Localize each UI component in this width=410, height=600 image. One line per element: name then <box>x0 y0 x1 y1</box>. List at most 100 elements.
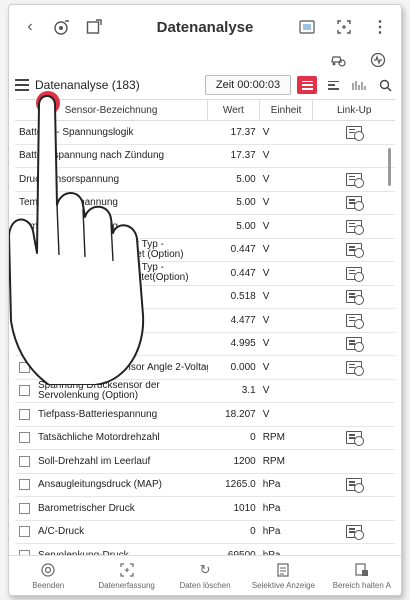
help-icon[interactable] <box>49 14 75 40</box>
link-up-icon[interactable] <box>346 125 365 141</box>
table-row[interactable]: Temperatur Spannung 5.00 V <box>15 215 395 239</box>
row-checkbox[interactable] <box>19 455 30 467</box>
link-up-icon[interactable] <box>346 337 365 353</box>
table-row[interactable]: Drosselklappenwinkel für 4.477 V <box>15 309 395 333</box>
sensor-unit: V <box>262 314 270 326</box>
sensor-name: Temperatur Spannung <box>19 197 118 209</box>
compact-view-button[interactable] <box>323 76 343 94</box>
table-row[interactable]: Sensor Spannung primärer Typ - Drosselkl… <box>15 239 395 262</box>
table-row[interactable]: Drosselklappenwinkel für 0.518 V <box>15 286 395 309</box>
time-display: Zeit 00:00:03 <box>205 75 291 95</box>
link-up-icon[interactable] <box>346 360 365 376</box>
sensor-name-cell: Batterie - Spannungslogik <box>15 127 208 138</box>
sensor-unit: V <box>262 244 270 256</box>
link-up-icon[interactable] <box>346 172 365 188</box>
list-toolbar: Datenanalyse (183) Zeit 00:00:03 <box>9 71 401 99</box>
sensor-unit: V <box>262 220 270 232</box>
sensor-value: 1010 <box>233 502 256 514</box>
car-settings-icon[interactable] <box>325 47 351 73</box>
more-icon[interactable]: ⋮ <box>367 14 393 40</box>
clear-data-label: Daten löschen <box>179 580 231 590</box>
sensor-value: 17.37 <box>230 126 256 138</box>
table-row[interactable]: Temperatur Spannung 5.00 V <box>15 192 395 215</box>
sensor-name: Tiefpass-Batteriespannung <box>38 408 158 420</box>
table-row[interactable]: Tatsächliche Motordrehzahl 0 RPM <box>15 427 395 450</box>
sensor-name: Drosselklappenwinkel für <box>19 291 131 303</box>
table-row[interactable]: Soll-Drehzahl im Leerlauf 1200 RPM <box>15 450 395 474</box>
sensor-name: Soll-Drehzahl im Leerlauf <box>38 455 151 467</box>
sensor-unit: V <box>262 338 270 350</box>
capture-icon <box>119 562 135 578</box>
sensor-name-cell: Positionssensorwinkel 1 - <box>15 338 208 349</box>
table-row[interactable]: Positionssensorwinkel 1 - 4.995 V <box>15 333 395 356</box>
sensor-value: 0.000 <box>230 361 256 373</box>
row-checkbox[interactable] <box>19 361 30 373</box>
table-row[interactable]: Batteriespannung nach Zündung 17.37 V <box>15 145 395 168</box>
table-row[interactable]: Spannung Drucksensor der Servolenkung (O… <box>15 380 395 403</box>
export-icon[interactable] <box>81 14 107 40</box>
top-bar: ‹ Datenanalyse ⋮ <box>9 5 401 49</box>
bottom-nav: Beenden Datenerfassung ↻ Daten löschen S… <box>9 555 401 595</box>
selective-view-button[interactable]: Selektive Anzeige <box>244 556 322 595</box>
row-checkbox[interactable] <box>19 526 30 538</box>
link-up-icon[interactable] <box>346 196 365 212</box>
list-view-button[interactable] <box>297 76 317 94</box>
exit-button[interactable]: Beenden <box>9 556 87 595</box>
fullscreen-icon[interactable] <box>331 14 357 40</box>
row-checkbox[interactable] <box>19 385 30 397</box>
link-up-icon[interactable] <box>346 478 365 494</box>
sensor-unit: V <box>262 408 270 420</box>
row-checkbox[interactable] <box>19 408 30 420</box>
table-row[interactable]: Tiefpass-Batteriespannung 18.207 V <box>15 403 395 427</box>
row-checkbox[interactable] <box>19 502 30 514</box>
link-up-cell <box>313 337 395 353</box>
table-row[interactable]: Sensor Spannung primärer Typ - Drosselkl… <box>15 262 395 286</box>
sensor-name: Barometrischer Druck <box>38 502 135 514</box>
graph-view-icon[interactable] <box>349 76 369 94</box>
table-row[interactable]: Batterie - Spannungslogik 17.37 V <box>15 121 395 145</box>
menu-list-icon[interactable] <box>15 79 29 91</box>
sensor-name-cell: Sensor Spannung primärer Typ - Drosselkl… <box>15 240 208 260</box>
sensor-value: 0 <box>250 432 256 444</box>
table-row[interactable]: Ansaugleitungsdruck (MAP) 1265.0 hPa <box>15 474 395 497</box>
sensor-name: Throttle Position Sensor Angle 2-Voltage <box>38 361 208 373</box>
link-up-icon[interactable] <box>346 243 365 259</box>
table-row[interactable]: A/C-Druck 0 hPa <box>15 521 395 544</box>
link-up-cell <box>313 431 395 447</box>
sensor-name: A/C-Druck <box>38 526 85 538</box>
link-up-icon[interactable] <box>346 313 365 329</box>
link-up-icon[interactable] <box>346 219 365 235</box>
table-row[interactable]: Throttle Position Sensor Angle 2-Voltage… <box>15 356 395 380</box>
sensor-unit: V <box>262 291 270 303</box>
touch-indicator <box>36 91 60 115</box>
sensor-name: Sensor Spannung primärer Typ - Drosselkl… <box>19 263 189 284</box>
clear-data-button[interactable]: ↻ Daten löschen <box>166 556 244 595</box>
scrollbar[interactable] <box>388 148 391 186</box>
sensor-value: 0.518 <box>230 291 256 303</box>
record-icon[interactable] <box>365 47 391 73</box>
hold-icon <box>354 562 370 578</box>
column-header-unit[interactable]: Einheit <box>260 100 314 120</box>
capture-button[interactable]: Datenerfassung <box>87 556 165 595</box>
column-header-value[interactable]: Wert <box>208 100 260 120</box>
search-icon[interactable] <box>375 76 395 94</box>
link-up-icon[interactable] <box>346 525 365 541</box>
battery-icon[interactable] <box>295 14 321 40</box>
hold-range-button[interactable]: Bereich halten A <box>323 556 401 595</box>
link-up-icon[interactable] <box>346 266 365 282</box>
sensor-name: Temperatur Spannung <box>19 220 118 232</box>
link-up-icon[interactable] <box>346 431 365 447</box>
row-checkbox[interactable] <box>19 479 30 491</box>
sensor-value: 1200 <box>233 455 256 467</box>
table-row[interactable]: Drucksensorspannung 5.00 V <box>15 168 395 192</box>
sensor-name-cell: Drosselklappenwinkel für <box>15 291 208 302</box>
column-header-link[interactable]: Link-Up <box>313 100 395 120</box>
row-checkbox[interactable] <box>19 432 30 444</box>
sensor-table: Batterie - Spannungslogik 17.37 V Batteries… <box>15 121 395 568</box>
sensor-name: Tatsächliche Motordrehzahl <box>38 432 160 444</box>
sensor-value: 0.447 <box>230 267 256 279</box>
sensor-unit: V <box>262 361 270 373</box>
back-icon[interactable]: ‹ <box>17 14 43 40</box>
link-up-icon[interactable] <box>346 290 365 306</box>
table-row[interactable]: Barometrischer Druck 1010 hPa <box>15 497 395 521</box>
